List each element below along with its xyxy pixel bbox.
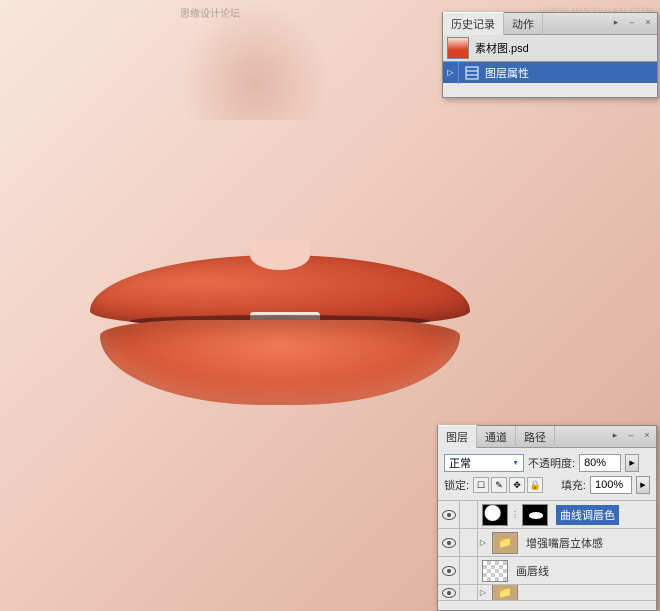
visibility-toggle[interactable]	[438, 529, 460, 557]
history-step-label: 图层属性	[485, 65, 529, 81]
tab-paths[interactable]: 路径	[516, 426, 555, 448]
visibility-toggle[interactable]	[438, 501, 460, 529]
eye-icon	[442, 588, 456, 598]
opacity-input[interactable]: 80%	[579, 454, 621, 472]
history-step-row[interactable]: ▷ 图层属性	[443, 61, 657, 83]
history-document-row[interactable]: 素材图.psd	[443, 35, 657, 61]
link-column[interactable]	[460, 585, 478, 601]
history-toggle-icon[interactable]: ▷	[443, 62, 459, 84]
visibility-toggle[interactable]	[438, 557, 460, 585]
panel-minimize-icon[interactable]: –	[624, 428, 638, 442]
blend-mode-select[interactable]: 正常 ▼	[444, 454, 524, 472]
layer-thumb-icon	[482, 560, 508, 582]
link-column[interactable]	[460, 557, 478, 585]
opacity-label: 不透明度:	[528, 455, 575, 471]
panel-close-icon[interactable]: ×	[641, 15, 655, 29]
lock-icons-group: ☐ ✎ ✥ 🔒	[473, 477, 543, 493]
layer-row[interactable]: ⋮ 曲线调唇色	[438, 501, 656, 529]
layers-panel: 图层 通道 路径 ▸ – × 正常 ▼ 不透明度: 80% ▶ 锁定: ☐ ✎ …	[437, 425, 657, 611]
fill-label: 填充:	[561, 477, 586, 493]
link-column[interactable]	[460, 529, 478, 557]
group-fold-icon[interactable]: ▷	[478, 588, 488, 597]
mask-link-icon[interactable]: ⋮	[511, 510, 519, 519]
panel-close-icon[interactable]: ×	[640, 428, 654, 442]
mask-thumb-icon	[522, 504, 548, 526]
group-thumb-icon: 📁	[492, 585, 518, 601]
group-fold-icon[interactable]: ▷	[478, 538, 488, 547]
lock-transparency-icon[interactable]: ☐	[473, 477, 489, 493]
link-column[interactable]	[460, 501, 478, 529]
document-name: 素材图.psd	[475, 40, 529, 56]
layers-list: ⋮ 曲线调唇色 ▷ 📁 增强嘴唇立体感 画唇线 ▷	[438, 501, 656, 601]
tab-history[interactable]: 历史记录	[443, 12, 504, 35]
group-thumb-icon: 📁	[492, 532, 518, 554]
layer-name: 曲线调唇色	[556, 505, 619, 525]
layer-row[interactable]: ▷ 📁	[438, 585, 656, 601]
eye-icon	[442, 538, 456, 548]
layer-properties-icon	[463, 64, 481, 82]
layer-name: 增强嘴唇立体感	[526, 535, 603, 551]
layer-row[interactable]: 画唇线	[438, 557, 656, 585]
document-thumbnail-icon	[447, 37, 469, 59]
lock-label: 锁定:	[444, 477, 469, 493]
opacity-flyout-icon[interactable]: ▶	[625, 454, 639, 472]
opacity-value: 80%	[584, 457, 606, 469]
layer-row[interactable]: ▷ 📁 增强嘴唇立体感	[438, 529, 656, 557]
panel-menu-icon[interactable]: ▸	[608, 428, 622, 442]
history-body: 素材图.psd ▷ 图层属性	[443, 35, 657, 83]
fill-value: 100%	[595, 479, 623, 491]
fill-input[interactable]: 100%	[590, 476, 632, 494]
image-nose-region	[180, 0, 330, 120]
tab-channels[interactable]: 通道	[477, 426, 516, 448]
fill-flyout-icon[interactable]: ▶	[636, 476, 650, 494]
tab-layers[interactable]: 图层	[438, 425, 477, 448]
layer-name: 画唇线	[516, 563, 549, 579]
image-lips-region	[70, 220, 490, 420]
panel-minimize-icon[interactable]: –	[625, 15, 639, 29]
history-panel: 历史记录 动作 ▸ – × 素材图.psd ▷ 图层属性	[442, 12, 658, 98]
adjustment-thumb-icon	[482, 504, 508, 526]
blend-mode-value: 正常	[449, 455, 471, 471]
layers-panel-tabs: 图层 通道 路径 ▸ – ×	[438, 426, 656, 448]
chevron-down-icon: ▼	[512, 460, 519, 467]
eye-icon	[442, 510, 456, 520]
panel-menu-icon[interactable]: ▸	[609, 15, 623, 29]
lock-pixels-icon[interactable]: ✎	[491, 477, 507, 493]
layers-options: 正常 ▼ 不透明度: 80% ▶ 锁定: ☐ ✎ ✥ 🔒 填充: 100% ▶	[438, 448, 656, 501]
visibility-toggle[interactable]	[438, 585, 460, 601]
eye-icon	[442, 566, 456, 576]
tab-actions[interactable]: 动作	[504, 13, 543, 35]
lock-all-icon[interactable]: 🔒	[527, 477, 543, 493]
history-panel-tabs: 历史记录 动作 ▸ – ×	[443, 13, 657, 35]
lock-position-icon[interactable]: ✥	[509, 477, 525, 493]
